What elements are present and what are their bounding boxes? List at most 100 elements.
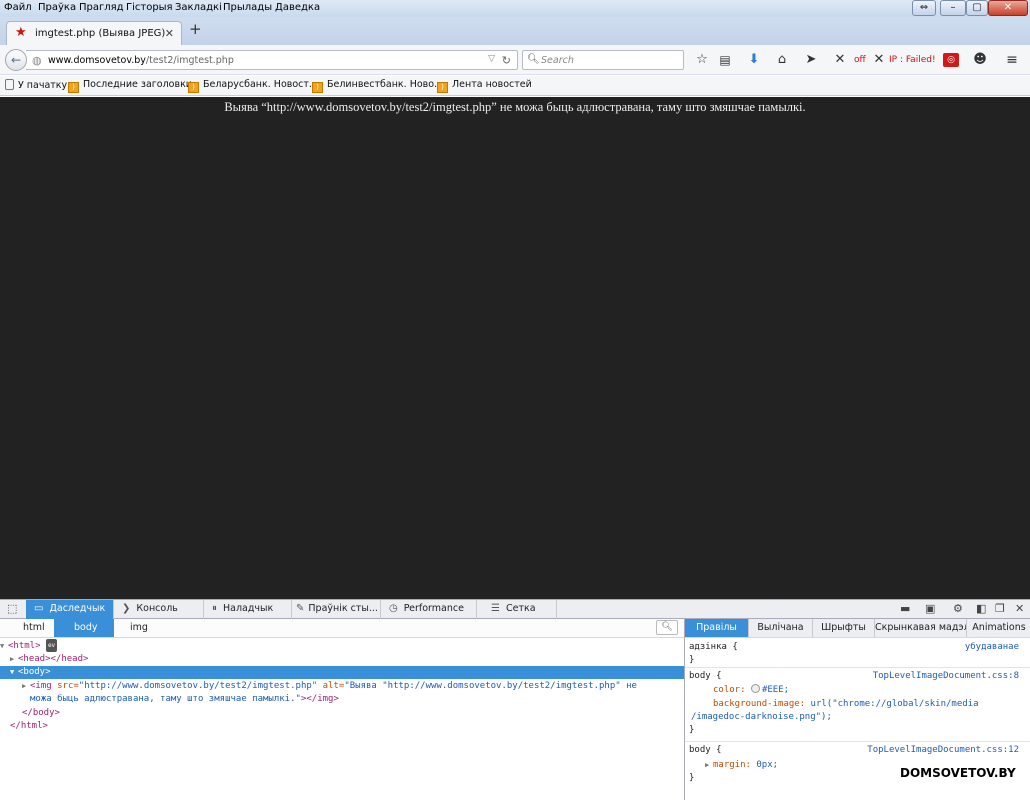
prop-name[interactable]: color: bbox=[713, 685, 746, 695]
url-bar[interactable]: ◍ www.domsovetov.by/test2/imgtest.php ▽ … bbox=[26, 50, 518, 70]
globe-icon: ◍ bbox=[32, 54, 42, 67]
markup-view: ▼ <html> ev ▶ <head></head> ▼ <body> ▶ <img … bbox=[0, 638, 684, 800]
reload-icon[interactable]: ↻ bbox=[502, 54, 511, 67]
menu-history[interactable]: Гісторыя bbox=[126, 2, 173, 13]
history-dropdown-icon[interactable]: ▽ bbox=[488, 54, 495, 64]
back-button[interactable]: ← bbox=[5, 49, 27, 71]
expand-arrow-icon[interactable]: ▶ bbox=[705, 759, 713, 772]
breadcrumb: html body img 🔍︎ bbox=[0, 619, 684, 638]
addon-x2-icon[interactable]: ✕ bbox=[872, 50, 886, 70]
tab-inspector[interactable]: ▭ Даследчык bbox=[26, 600, 114, 619]
devtools-toolbar: ⬚ ▭ Даследчык ❯ Консоль ⏸ Наладчык ✎ Праўнік… bbox=[0, 599, 1030, 619]
color-swatch[interactable] bbox=[750, 684, 760, 693]
tab-computed[interactable]: Вылічана bbox=[749, 619, 813, 637]
tab-debugger[interactable]: ⏸ Наладчык bbox=[204, 600, 292, 619]
maximize-button[interactable]: ▢ bbox=[966, 0, 988, 16]
breadcrumb-body[interactable]: body bbox=[54, 619, 114, 637]
rule-source-link[interactable]: TopLevelImageDocument.css:8 bbox=[873, 670, 1019, 683]
tag-text: <img bbox=[30, 681, 52, 691]
addon-off-label[interactable]: off bbox=[854, 50, 866, 70]
tab-animations[interactable]: Animations bbox=[967, 619, 1030, 637]
menu-bookmarks[interactable]: Закладкі bbox=[175, 2, 222, 13]
undock-icon[interactable]: ❐ bbox=[995, 602, 1005, 615]
markup-search-icon[interactable]: 🔍︎ bbox=[656, 620, 678, 635]
menu-tools[interactable]: Прылады bbox=[223, 2, 272, 13]
markup-node-html[interactable]: ▼ <html> ev bbox=[0, 639, 684, 652]
markup-node-img[interactable]: ▶ <img src="http://www.domsovetov.by/test… bbox=[0, 680, 684, 693]
url-host: www.domsovetov.by bbox=[48, 55, 146, 66]
rule-source-link[interactable]: TopLevelImageDocument.css:12 bbox=[867, 744, 1019, 757]
addon-red-icon[interactable]: ◎ bbox=[943, 53, 959, 67]
collapse-arrow-icon[interactable]: ▶ bbox=[22, 680, 30, 693]
network-icon: ☰ bbox=[491, 603, 500, 614]
search-box[interactable]: 🔍︎ Search bbox=[522, 50, 684, 70]
markup-node-body[interactable]: ▼ <body> bbox=[0, 666, 684, 679]
tab-performance[interactable]: ◷ Performance bbox=[381, 600, 477, 619]
prop-value[interactable]: 0px; bbox=[756, 760, 778, 770]
tab-console[interactable]: ❯ Консоль bbox=[114, 600, 204, 619]
responsive-icon[interactable]: ▬ bbox=[900, 602, 910, 615]
rule-body-2[interactable]: body {TopLevelImageDocument.css:12 ▶ marg… bbox=[685, 743, 1030, 787]
inspector-icon: ▭ bbox=[34, 603, 44, 614]
rule-source: убудаванае bbox=[964, 642, 1019, 652]
menu-hamburger-icon[interactable]: ≡ bbox=[1002, 50, 1022, 70]
markup-node-body-close: </body> bbox=[0, 707, 684, 720]
download-icon[interactable]: ⬇ bbox=[745, 50, 763, 70]
rule-body-1[interactable]: body {TopLevelImageDocument.css:8 color:… bbox=[685, 669, 1030, 742]
send-icon[interactable]: ➤ bbox=[802, 50, 820, 70]
tab-imgtest[interactable]: ★ imgtest.php (Выява JPEG) ✕ bbox=[6, 21, 182, 45]
chat-icon[interactable]: ☻ bbox=[971, 50, 989, 70]
settings-gear-icon[interactable]: ⚙ bbox=[953, 602, 963, 615]
menu-help[interactable]: Даведка bbox=[275, 2, 320, 13]
event-badge[interactable]: ev bbox=[45, 639, 58, 652]
breadcrumb-html[interactable]: html bbox=[0, 619, 54, 637]
new-tab-button[interactable]: + bbox=[189, 20, 202, 38]
prop-value[interactable]: #EEE; bbox=[762, 685, 789, 695]
addon-x-icon[interactable]: ✕ bbox=[831, 50, 849, 70]
menu-edit[interactable]: Праўка bbox=[38, 2, 76, 13]
element-picker-icon[interactable]: ⬚ bbox=[7, 602, 17, 615]
bookmark-latest-headlines[interactable]: ) Последние заголовки bbox=[68, 79, 192, 93]
restore-button[interactable]: ⇔ bbox=[912, 0, 936, 16]
page-content: Выява “http://www.domsovetov.by/test2/im… bbox=[0, 97, 1030, 599]
bookmark-label: Белинвестбанк. Ново... bbox=[327, 79, 444, 90]
rule-brace: } bbox=[689, 655, 695, 665]
markup-node-head[interactable]: ▶ <head></head> bbox=[0, 653, 684, 666]
minimize-button[interactable]: – bbox=[940, 0, 966, 16]
bookmark-star-icon[interactable]: ☆ bbox=[693, 50, 711, 70]
expand-arrow-icon[interactable]: ▼ bbox=[0, 640, 8, 653]
scratchpad-icon[interactable]: ▣ bbox=[925, 602, 935, 615]
tab-box-model[interactable]: Скрынкавая мадэль bbox=[875, 619, 967, 637]
bookmark-belinvestbank[interactable]: ) Белинвестбанк. Ново... bbox=[312, 79, 443, 93]
tab-style-editor[interactable]: ✎ Праўнік сты... bbox=[292, 600, 381, 619]
menu-file[interactable]: Файл bbox=[4, 2, 32, 13]
close-window-button[interactable]: ✕ bbox=[988, 0, 1028, 16]
menu-view[interactable]: Прагляд bbox=[79, 2, 124, 13]
dock-side-icon[interactable]: ◧ bbox=[976, 602, 986, 615]
collapse-arrow-icon[interactable]: ▶ bbox=[10, 653, 18, 666]
prop-name[interactable]: margin: bbox=[713, 760, 751, 770]
attr-value: "http://www.domsovetov.by/test2/imgtest.… bbox=[78, 681, 318, 691]
expand-arrow-icon[interactable]: ▼ bbox=[10, 666, 18, 679]
tab-fonts[interactable]: Шрыфты bbox=[813, 619, 875, 637]
tab-label: Консоль bbox=[136, 603, 178, 614]
prop-name[interactable]: background-image: bbox=[713, 699, 805, 709]
reading-list-icon[interactable]: ▤ bbox=[716, 50, 734, 70]
rule-element[interactable]: адзінка {убудаванае } bbox=[685, 640, 1030, 668]
bookmarks-toolbar: У пачатку ) Последние заголовки ) Беларусб… bbox=[0, 76, 1030, 96]
search-icon: 🔍︎ bbox=[527, 54, 540, 65]
close-devtools-icon[interactable]: ✕ bbox=[1015, 602, 1024, 615]
home-icon[interactable]: ⌂ bbox=[773, 50, 791, 70]
prop-value[interactable]: /imagedoc-darknoise.png"); bbox=[691, 712, 832, 722]
tab-rules[interactable]: Правілы bbox=[685, 619, 749, 637]
bookmark-home[interactable]: У пачатку bbox=[5, 79, 67, 91]
tag-text: <body> bbox=[18, 667, 51, 677]
prop-value[interactable]: url("chrome://global/skin/media bbox=[811, 699, 979, 709]
breadcrumb-img[interactable]: img bbox=[114, 619, 164, 637]
bookmark-belarusbank[interactable]: ) Беларусбанк. Новост... bbox=[188, 79, 318, 93]
close-tab-icon[interactable]: ✕ bbox=[165, 27, 174, 40]
tab-network[interactable]: ☰ Сетка bbox=[477, 600, 557, 619]
addon-ip-status[interactable]: IP : Failed! bbox=[889, 50, 936, 70]
navigation-toolbar: ◍ www.domsovetov.by/test2/imgtest.php ▽ … bbox=[0, 45, 1030, 75]
bookmark-news-feed[interactable]: ) Лента новостей bbox=[437, 79, 532, 93]
